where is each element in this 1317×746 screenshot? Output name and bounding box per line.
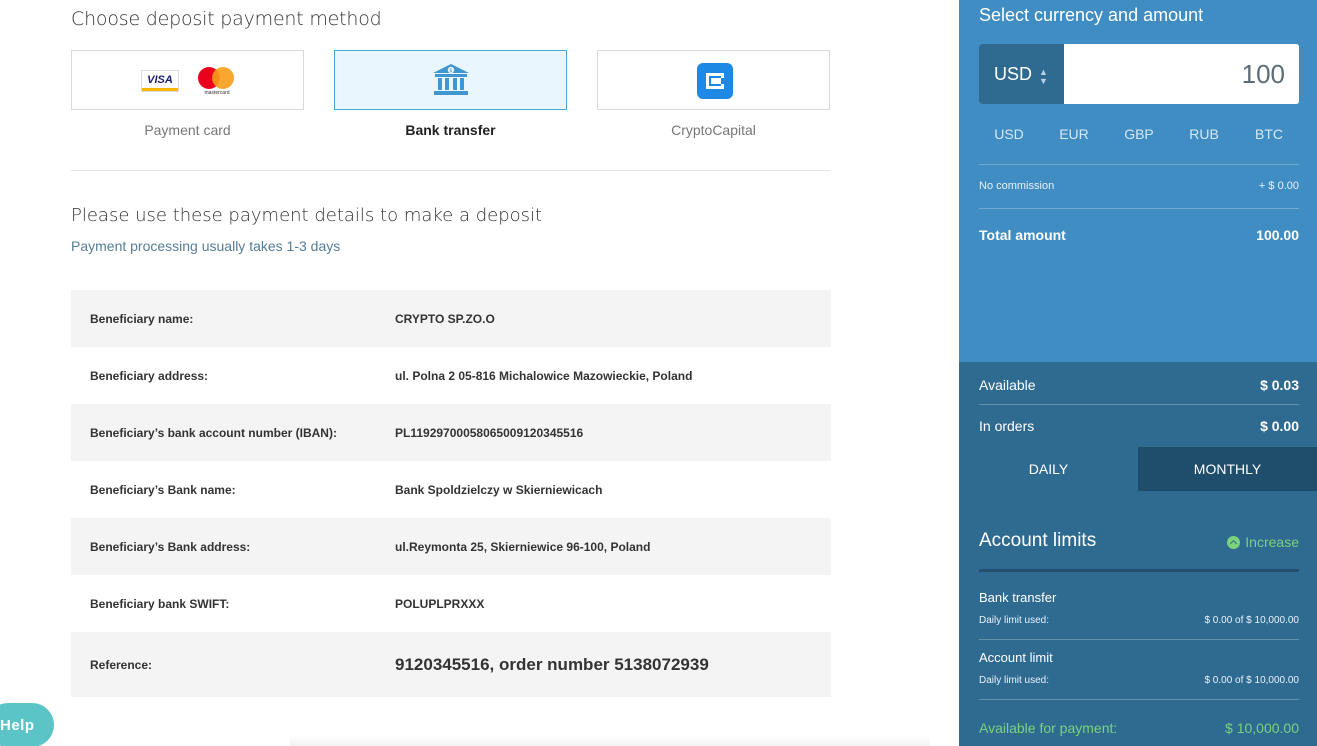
row-key: Beneficiary address: (90, 368, 209, 383)
divider (979, 404, 1299, 405)
sidebar-title: Select currency and amount (979, 5, 1204, 25)
bank-icon: $ (432, 63, 470, 102)
amount-panel: Select currency and amount USD ▲▼ USD EU… (959, 0, 1317, 362)
currency-select-value: USD (994, 64, 1033, 84)
commission-value: + $ 0.00 (1258, 180, 1299, 192)
available-row: Available $ 0.03 (979, 377, 1299, 393)
table-row: Beneficiary address: ul. Polna 2 05-816 … (71, 347, 831, 404)
payment-details-table: Beneficiary name: CRYPTO SP.ZO.O Benefic… (71, 290, 831, 697)
currency-tab-eur[interactable]: EUR (1044, 126, 1104, 142)
row-value: ul.Reymonta 25, Skierniewice 96-100, Pol… (395, 539, 651, 554)
limit-used-row: Daily limit used: $ 0.00 of $ 10,000.00 (979, 615, 1299, 626)
account-limits-title: Account limits (979, 530, 1097, 551)
in-orders-row: In orders $ 0.00 (979, 418, 1299, 434)
increase-link[interactable]: Increase (1227, 534, 1299, 550)
bank-transfer-label: Bank transfer (405, 122, 496, 138)
available-for-payment-row: Available for payment: $ 10,000.00 (979, 720, 1299, 736)
payment-card-label: Payment card (144, 122, 231, 138)
table-row: Reference: 9120345516, order number 5138… (71, 632, 831, 697)
help-button[interactable]: Help (0, 703, 54, 746)
limit-used-value: $ 0.00 of $ 10,000.00 (1204, 615, 1299, 626)
commission-row: No commission + $ 0.00 (979, 180, 1299, 192)
currency-select[interactable]: USD ▲ ▼ (979, 44, 1064, 104)
total-value: 100.00 (1256, 227, 1299, 243)
divider (979, 569, 1299, 572)
in-orders-value: $ 0.00 (1260, 418, 1299, 434)
increase-label: Increase (1245, 534, 1299, 550)
cryptocapital-label: CryptoCapital (671, 122, 756, 138)
limit-name: Bank transfer (979, 590, 1057, 605)
visa-icon: VISA (141, 70, 179, 92)
tab-daily[interactable]: DAILY (959, 447, 1138, 491)
limit-used-value: $ 0.00 of $ 10,000.00 (1204, 675, 1299, 686)
sort-arrows-icon: ▲ ▼ (1039, 67, 1048, 86)
currency-tab-btc[interactable]: BTC (1239, 126, 1299, 142)
currency-tabs: USD EUR GBP RUB BTC (979, 126, 1299, 142)
currency-sidebar: Select currency and amount USD ▲▼ USD EU… (959, 0, 1317, 746)
chevron-up-icon (1227, 536, 1241, 549)
currency-tab-gbp[interactable]: GBP (1109, 126, 1169, 142)
limit-used-label: Daily limit used: (979, 675, 1050, 686)
reference-value: 9120345516, order number 5138072939 (395, 654, 709, 674)
row-key: Reference: (90, 657, 153, 672)
in-orders-label: In orders (979, 418, 1035, 434)
deposit-main-panel: Choose deposit payment method VISA maste… (0, 0, 959, 746)
row-key: Beneficiary’s Bank address: (90, 539, 251, 554)
amount-input[interactable] (1064, 44, 1299, 104)
period-tabs: DAILY MONTHLY (959, 447, 1317, 491)
tab-monthly[interactable]: MONTHLY (1138, 447, 1317, 491)
limit-used-label: Daily limit used: (979, 615, 1050, 626)
svg-text:$: $ (449, 68, 452, 74)
row-key: Beneficiary name: (90, 311, 194, 326)
total-row: Total amount 100.00 (979, 227, 1299, 243)
available-label: Available (979, 377, 1036, 393)
row-value: ul. Polna 2 05-816 Michalowice Mazowieck… (395, 368, 693, 383)
limit-used-row: Daily limit used: $ 0.00 of $ 10,000.00 (979, 675, 1299, 686)
cryptocapital-icon (697, 63, 733, 99)
row-key: Beneficiary bank SWIFT: (90, 596, 230, 611)
cryptocapital-option[interactable] (597, 50, 830, 110)
table-row: Beneficiary bank SWIFT: POLUPLPRXXX (71, 575, 831, 632)
table-row: Beneficiary’s Bank address: ul.Reymonta … (71, 518, 831, 575)
divider (71, 170, 831, 171)
available-for-payment-value: $ 10,000.00 (1225, 720, 1299, 736)
row-value: PL11929700058065009120345516 (395, 425, 584, 440)
table-row: Beneficiary name: CRYPTO SP.ZO.O (71, 290, 831, 347)
footer-shadow (290, 735, 930, 746)
divider (979, 699, 1299, 700)
payment-card-option[interactable]: VISA mastercard (71, 50, 304, 110)
available-for-payment-label: Available for payment: (979, 720, 1118, 736)
mastercard-icon: mastercard (198, 65, 236, 97)
divider (979, 639, 1299, 640)
table-row: Beneficiary’s Bank name: Bank Spoldzielc… (71, 461, 831, 518)
divider (979, 164, 1299, 165)
bank-transfer-option[interactable]: $ (334, 50, 567, 110)
row-value: POLUPLPRXXX (395, 596, 485, 611)
row-value: Bank Spoldzielczy w Skierniewicach (395, 482, 603, 497)
details-title: Please use these payment details to make… (71, 205, 543, 226)
total-label: Total amount (979, 227, 1066, 243)
divider (979, 208, 1299, 209)
row-key: Beneficiary’s Bank name: (90, 482, 236, 497)
row-value: CRYPTO SP.ZO.O (395, 311, 495, 326)
row-key: Beneficiary’s bank account number (IBAN)… (90, 425, 337, 440)
details-subtitle: Payment processing usually takes 1-3 day… (71, 238, 341, 254)
currency-tab-usd[interactable]: USD (979, 126, 1039, 142)
amount-box: USD ▲ ▼ (979, 44, 1299, 104)
commission-label: No commission (979, 180, 1055, 192)
limit-name: Account limit (979, 650, 1053, 665)
table-row: Beneficiary’s bank account number (IBAN)… (71, 404, 831, 461)
available-value: $ 0.03 (1260, 377, 1299, 393)
currency-tab-rub[interactable]: RUB (1174, 126, 1234, 142)
section-title: Choose deposit payment method (71, 8, 382, 30)
